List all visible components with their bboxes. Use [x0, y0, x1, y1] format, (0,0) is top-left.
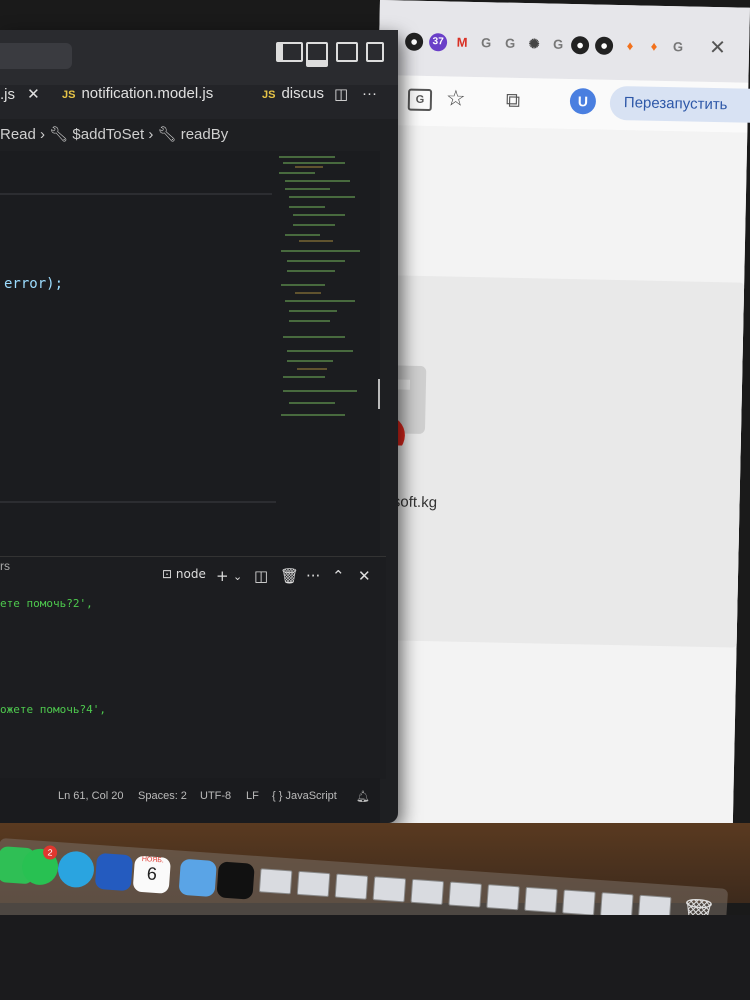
scrollbar-thumb[interactable]	[378, 379, 380, 409]
customize-layout-icon[interactable]	[366, 42, 384, 62]
window-thumbnail[interactable]	[372, 876, 407, 903]
browser-tab-strip: ● 37 M G G ✺ G ● ● ♦ ♦ G ✕	[378, 0, 750, 83]
add-terminal-icon[interactable]: +	[216, 567, 229, 585]
breadcrumb-item[interactable]: Read	[0, 126, 36, 143]
window-thumbnail[interactable]	[410, 878, 445, 906]
editor-tabs: .js ✕ JS notification.model.js JS discus ◫…	[0, 85, 398, 119]
close-icon[interactable]: ✕	[27, 86, 40, 103]
bookmark-star-icon[interactable]: ☆	[446, 86, 466, 111]
notification-badge[interactable]: 37	[428, 33, 448, 52]
divider	[0, 193, 272, 195]
folder-icon[interactable]	[178, 858, 217, 898]
github-icon[interactable]: ●	[594, 36, 614, 55]
editor-titlebar	[0, 30, 398, 85]
split-editor-icon[interactable]: ◫	[334, 85, 348, 119]
close-icon[interactable]: ✕	[358, 567, 371, 585]
google-icon[interactable]: G	[501, 35, 519, 53]
google-icon[interactable]: G	[669, 38, 687, 56]
calendar-icon[interactable]: НОЯБ. 6	[132, 855, 172, 894]
toggle-sidebar-icon[interactable]	[276, 42, 303, 62]
chevron-down-icon[interactable]: ⌄	[233, 570, 242, 583]
terminal-panel: rs ⊡ node + ⌄ ◫ 🗑︎ ··· ⌃ ✕ ете помочь?2'…	[0, 556, 386, 779]
window-thumbnail[interactable]	[296, 870, 331, 898]
breadcrumb-item[interactable]: readBy	[181, 126, 229, 143]
terminal-icon: ⊡	[162, 567, 176, 581]
browser-toolbar: G ☆ ⧉ U Перезапустить	[377, 74, 750, 133]
panel-tab[interactable]: rs	[0, 559, 10, 573]
split-terminal-icon[interactable]: ◫	[254, 567, 268, 585]
status-bar: Ln 61, Col 20 Spaces: 2 UTF-8 LF { } Jav…	[0, 778, 380, 823]
error-card	[376, 275, 745, 648]
terminal-line: ожете помочь?4',	[0, 703, 106, 716]
google-icon[interactable]: G	[477, 34, 495, 52]
divider	[0, 501, 276, 503]
code-editor-window: .js ✕ JS notification.model.js JS discus ◫…	[0, 30, 398, 823]
code-editor[interactable]: error);	[0, 151, 380, 556]
laptop-bezel	[0, 915, 750, 1000]
window-thumbnail[interactable]	[334, 873, 369, 900]
vscode-icon[interactable]	[94, 852, 134, 892]
tab-label: notification.model.js	[81, 85, 214, 102]
terminal-shell-selector[interactable]: ⊡ node	[162, 567, 206, 581]
calendar-day: 6	[146, 863, 158, 885]
line-ending[interactable]: LF	[246, 790, 259, 802]
window-thumbnail[interactable]	[524, 886, 558, 913]
javascript-file-icon: JS	[62, 89, 76, 101]
tab-discus[interactable]: JS discus	[262, 85, 324, 119]
more-actions-icon[interactable]: ···	[306, 567, 320, 585]
command-center[interactable]	[0, 43, 72, 69]
github-icon[interactable]: ●	[404, 32, 424, 51]
notifications-icon[interactable]: 🔔︎	[356, 790, 370, 803]
terminal-app-icon[interactable]	[216, 861, 255, 900]
browser-window: ● 37 M G G ✺ G ● ● ♦ ♦ G ✕ G ☆ ⧉ U Перез…	[361, 0, 750, 893]
tab-label: .js	[0, 86, 15, 103]
chevron-right-icon: ›	[40, 126, 50, 143]
cursor-position[interactable]: Ln 61, Col 20	[58, 790, 123, 802]
github-icon[interactable]: ●	[570, 36, 590, 55]
indentation[interactable]: Spaces: 2	[138, 790, 187, 802]
telegram-icon[interactable]	[56, 850, 96, 889]
encoding[interactable]: UTF-8	[200, 790, 231, 802]
close-icon[interactable]: ✕	[709, 35, 726, 59]
window-thumbnail[interactable]	[448, 881, 482, 908]
minimap[interactable]	[275, 151, 370, 421]
wrench-icon: 🔧︎	[49, 126, 69, 143]
openai-icon[interactable]: ✺	[525, 35, 543, 53]
language-mode[interactable]: { } JavaScript	[272, 790, 337, 802]
error-page: rosoft.kg st or	[361, 124, 748, 893]
window-thumbnail[interactable]	[486, 884, 520, 911]
flame-icon[interactable]: ♦	[645, 38, 663, 56]
more-actions-icon[interactable]: ···	[362, 85, 377, 119]
flame-icon[interactable]: ♦	[621, 37, 639, 55]
extensions-icon[interactable]: ⧉	[506, 88, 521, 112]
maximize-panel-icon[interactable]: ⌃	[332, 567, 345, 585]
tab-active-file[interactable]: .js ✕	[0, 85, 40, 119]
google-icon[interactable]: G	[549, 36, 567, 54]
chevron-right-icon: ›	[148, 126, 158, 143]
tab-label: discus	[281, 85, 324, 102]
breadcrumb-item[interactable]: $addToSet	[72, 126, 144, 143]
window-thumbnail[interactable]	[258, 868, 293, 895]
toggle-secondary-sidebar-icon[interactable]	[336, 42, 358, 62]
window-thumbnail[interactable]	[562, 889, 596, 916]
shell-name: node	[175, 567, 206, 581]
gmail-icon[interactable]: M	[453, 34, 471, 52]
toggle-panel-icon[interactable]	[306, 42, 328, 67]
javascript-file-icon: JS	[262, 89, 276, 101]
terminal-line: ете помочь?2',	[0, 597, 93, 610]
trash-icon[interactable]: 🗑︎	[280, 567, 299, 585]
profile-avatar[interactable]: U	[569, 88, 597, 115]
code-line: error);	[4, 276, 64, 292]
wrench-icon: 🔧︎	[157, 126, 177, 143]
breadcrumb: Read › 🔧︎ $addToSet › 🔧︎ readBy	[0, 119, 398, 151]
tab-notification-model[interactable]: JS notification.model.js	[62, 85, 213, 119]
translate-icon[interactable]: G	[407, 88, 433, 112]
restart-button[interactable]: Перезапустить	[609, 85, 750, 124]
